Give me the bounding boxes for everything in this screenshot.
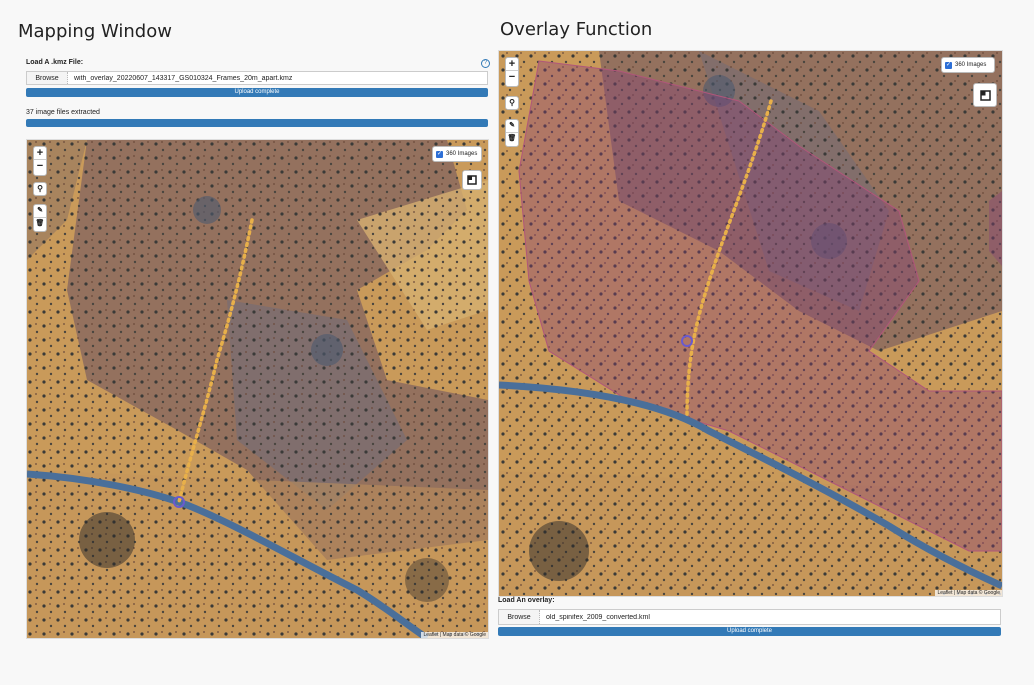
trash-icon[interactable]: 🗑 <box>506 132 518 145</box>
aerial-imagery <box>27 140 488 638</box>
zoom-control: + − <box>505 57 519 87</box>
map-attribution: Leaflet | Map data © Google <box>935 590 1002 596</box>
browse-button[interactable]: Browse <box>499 610 540 624</box>
layers-button[interactable] <box>973 83 997 107</box>
360-images-label: 360 Images <box>446 151 478 157</box>
360-images-toggle[interactable]: ✓ 360 Images <box>941 57 995 73</box>
load-overlay-label: Load An overlay: <box>498 597 555 604</box>
upload-progress-bar: Upload complete <box>26 88 488 97</box>
overlay-map[interactable]: + − ⚲ ✎ 🗑 ✓ 360 Images Leaflet | Map dat… <box>498 50 1003 597</box>
360-images-label: 360 Images <box>955 62 987 68</box>
locate-button[interactable]: ⚲ <box>33 182 47 196</box>
load-kmz-label: Load A .kmz File: <box>26 59 84 66</box>
layers-icon <box>467 175 477 185</box>
zoom-control: + − <box>33 146 47 176</box>
edit-icon[interactable]: ✎ <box>34 205 46 217</box>
browse-button[interactable]: Browse <box>27 72 68 84</box>
360-images-toggle[interactable]: ✓ 360 Images <box>432 146 482 162</box>
map-attribution: Leaflet | Map data © Google <box>421 632 488 638</box>
kmz-filename: with_overlay_20220607_143317_GS010324_Fr… <box>74 74 293 82</box>
zoom-in-button[interactable]: + <box>506 58 518 70</box>
location-pin-icon: ⚲ <box>37 184 43 193</box>
edit-icon[interactable]: ✎ <box>506 120 518 132</box>
mapping-window-heading: Mapping Window <box>18 21 172 42</box>
layers-icon <box>979 89 991 101</box>
extracted-count-text: 37 image files extracted <box>26 109 100 116</box>
kmz-file-input[interactable]: Browse with_overlay_20220607_143317_GS01… <box>26 71 488 85</box>
trash-icon[interactable]: 🗑 <box>34 217 46 230</box>
overlay-upload-progress-bar: Upload complete <box>498 627 1001 636</box>
overlay-filename: old_spinifex_2009_converted.kml <box>546 613 650 621</box>
zoom-out-button[interactable]: − <box>506 70 518 83</box>
mapping-map[interactable]: + − ⚲ ✎ 🗑 ✓ 360 Images Leaflet | Map dat… <box>26 139 489 639</box>
checkbox-checked-icon: ✓ <box>436 150 443 158</box>
zoom-in-button[interactable]: + <box>34 147 46 159</box>
draw-toolbar: ✎ 🗑 <box>505 119 519 147</box>
overlay-file-input[interactable]: Browse old_spinifex_2009_converted.kml <box>498 609 1001 625</box>
extraction-progress-bar <box>26 119 488 127</box>
overlay-function-heading: Overlay Function <box>500 19 653 40</box>
zoom-out-button[interactable]: − <box>34 159 46 172</box>
draw-toolbar: ✎ 🗑 <box>33 204 47 232</box>
locate-button[interactable]: ⚲ <box>505 96 519 110</box>
checkbox-checked-icon: ✓ <box>945 61 952 69</box>
location-pin-icon: ⚲ <box>509 98 515 107</box>
aerial-imagery-overlay <box>499 51 1002 596</box>
layers-button[interactable] <box>462 170 482 190</box>
help-icon[interactable]: ? <box>481 59 490 68</box>
